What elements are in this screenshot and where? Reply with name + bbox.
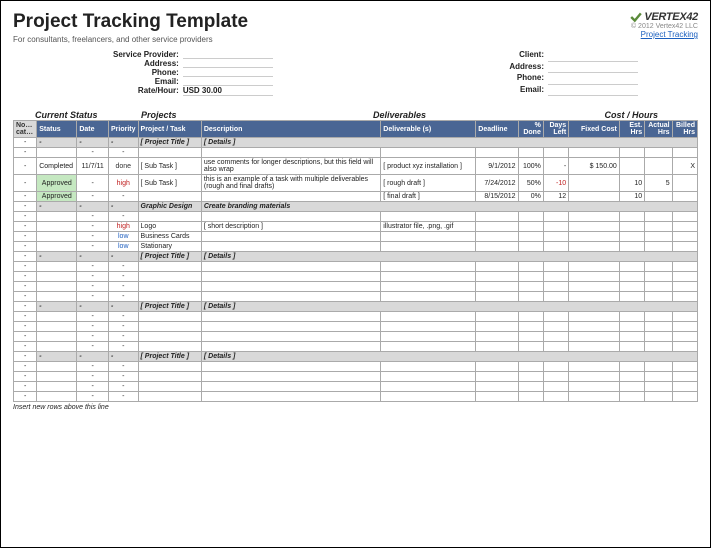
label-rate: Rate/Hour: — [113, 86, 179, 96]
table-row[interactable]: ----[ Project Title ][ Details ] — [14, 302, 698, 312]
table-row[interactable]: --- — [14, 392, 698, 402]
value-service-provider[interactable] — [183, 50, 273, 59]
vertex42-logo: VERTEX42 — [630, 11, 698, 23]
table-row[interactable]: ----[ Project Title ][ Details ] — [14, 352, 698, 362]
provider-info: Service Provider: Address: Phone: Email:… — [113, 50, 273, 96]
table-row[interactable]: --- — [14, 262, 698, 272]
col-daysleft: Days Left — [543, 121, 568, 138]
label-provider-email: Email: — [113, 77, 179, 86]
label-provider-phone: Phone: — [113, 68, 179, 77]
label-client-email: Email: — [509, 85, 544, 97]
checkmark-icon — [630, 11, 642, 23]
section-cost: Cost / Hours — [543, 110, 698, 120]
table-row[interactable]: --lowStationary — [14, 242, 698, 252]
table-row[interactable]: ----[ Project Title ][ Details ] — [14, 138, 698, 148]
section-notif — [13, 110, 35, 120]
table-row[interactable]: ----Graphic DesignCreate branding materi… — [14, 202, 698, 212]
table-row[interactable]: --lowBusiness Cards — [14, 232, 698, 242]
value-client-phone[interactable] — [548, 73, 638, 85]
value-client-email[interactable] — [548, 85, 638, 97]
col-task: Project / Task — [138, 121, 201, 138]
table-row[interactable]: --- — [14, 148, 698, 158]
value-client-address[interactable] — [548, 62, 638, 74]
table-row[interactable]: --- — [14, 382, 698, 392]
table-row[interactable]: --- — [14, 312, 698, 322]
table-row[interactable]: --- — [14, 332, 698, 342]
col-desc: Description — [201, 121, 380, 138]
label-client-phone: Phone: — [509, 73, 544, 85]
label-service-provider: Service Provider: — [113, 50, 179, 59]
section-status: Current Status — [35, 110, 141, 120]
table-row[interactable]: --- — [14, 212, 698, 222]
value-provider-address[interactable] — [183, 59, 273, 68]
col-billed: Billed Hrs — [672, 121, 697, 138]
label-provider-address: Address: — [113, 59, 179, 68]
label-client: Client: — [509, 50, 544, 62]
project-tracking-link[interactable]: Project Tracking — [641, 30, 698, 39]
footer-note: Insert new rows above this line — [13, 404, 698, 411]
table-row[interactable]: -Approved--[ final draft ]8/15/20120%121… — [14, 192, 698, 202]
table-row[interactable]: --- — [14, 372, 698, 382]
table-row[interactable]: --- — [14, 322, 698, 332]
section-projects: Projects — [141, 110, 373, 120]
col-priority: Priority — [108, 121, 138, 138]
col-fixedcost: Fixed Cost — [569, 121, 620, 138]
table-row[interactable]: -Completed11/7/11done[ Sub Task ]use com… — [14, 158, 698, 175]
logo-text: VERTEX42 — [644, 11, 698, 23]
col-deliverable: Deliverable (s) — [381, 121, 476, 138]
col-notif: Notifi- cations — [14, 121, 37, 138]
table-row[interactable]: --- — [14, 272, 698, 282]
table-row[interactable]: --- — [14, 282, 698, 292]
value-rate[interactable]: USD 30.00 — [183, 86, 273, 96]
value-provider-phone[interactable] — [183, 68, 273, 77]
table-row[interactable]: --- — [14, 362, 698, 372]
col-est: Est. Hrs — [619, 121, 644, 138]
col-done: % Done — [518, 121, 543, 138]
label-client-address: Address: — [509, 62, 544, 74]
col-deadline: Deadline — [476, 121, 518, 138]
col-date: Date — [77, 121, 109, 138]
table-row[interactable]: ----[ Project Title ][ Details ] — [14, 252, 698, 262]
table-row[interactable]: --highLogo[ short description ]illustrat… — [14, 222, 698, 232]
tracking-table[interactable]: Notifi- cations Status Date Priority Pro… — [13, 120, 698, 402]
table-row[interactable]: --- — [14, 292, 698, 302]
col-actual: Actual Hrs — [645, 121, 672, 138]
page-title: Project Tracking Template — [13, 11, 248, 33]
table-row[interactable]: --- — [14, 342, 698, 352]
value-provider-email[interactable] — [183, 77, 273, 86]
copyright-text: © 2012 Vertex42 LLC — [630, 23, 698, 30]
col-status: Status — [37, 121, 77, 138]
section-deliverables: Deliverables — [373, 110, 543, 120]
page-subtitle: For consultants, freelancers, and other … — [13, 35, 248, 44]
client-info: Client: Address: Phone: Email: — [509, 50, 638, 96]
value-client[interactable] — [548, 50, 638, 62]
table-row[interactable]: -Approved-high[ Sub Task ]this is an exa… — [14, 175, 698, 192]
